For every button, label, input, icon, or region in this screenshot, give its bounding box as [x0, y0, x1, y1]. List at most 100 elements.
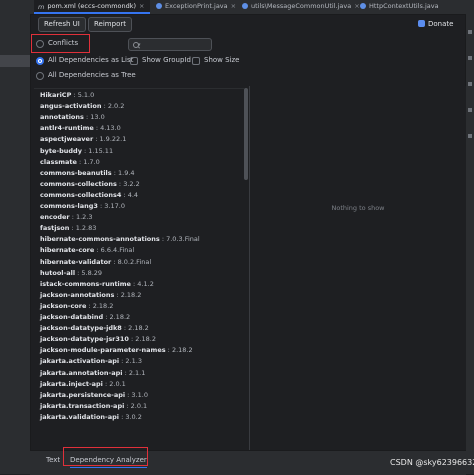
dependency-version: 3.2.2: [123, 179, 140, 188]
close-icon[interactable]: ×: [139, 2, 144, 10]
list-item[interactable]: aspectjweaver : 1.9.22.1: [40, 134, 126, 144]
list-item[interactable]: hutool-all : 5.8.29: [40, 268, 102, 278]
tool-icon[interactable]: [468, 134, 472, 138]
search-input[interactable]: [143, 39, 209, 50]
dependency-version: 3.0.2: [125, 412, 142, 421]
list-item[interactable]: angus-activation : 2.0.2: [40, 101, 124, 111]
dependency-name: jackson-module-parameter-names: [40, 346, 166, 355]
donate-button[interactable]: Donate: [418, 17, 453, 31]
watermark: CSDN @sky623966322: [390, 458, 474, 467]
tool-icon[interactable]: [468, 82, 472, 86]
dependency-version: 2.18.2: [120, 290, 142, 299]
dependency-version: 5.8.29: [81, 268, 103, 277]
dependency-list[interactable]: HikariCP : 5.1.0 angus-activation : 2.0.2…: [34, 88, 244, 451]
list-item[interactable]: jackson-module-parameter-names : 2.18.2: [40, 345, 193, 355]
list-item[interactable]: jackson-datatype-jdk8 : 2.18.2: [40, 323, 149, 333]
right-tool-strip: [465, 0, 474, 474]
list-item[interactable]: byte-buddy : 1.15.11: [40, 146, 113, 156]
dependency-name: antlr4-runtime: [40, 124, 94, 133]
list-item[interactable]: commons-beanutils : 1.9.4: [40, 168, 135, 178]
list-item[interactable]: jackson-core : 2.18.2: [40, 301, 113, 311]
tab-pom-xml[interactable]: m pom.xml (eccs-commondk) ×: [34, 0, 150, 14]
dependency-name: angus-activation: [40, 102, 102, 111]
search-field[interactable]: ▾: [128, 38, 212, 51]
dependency-name: jackson-datatype-jsr310: [40, 335, 129, 344]
tab-text[interactable]: Text: [46, 454, 60, 466]
close-icon[interactable]: ×: [354, 2, 359, 10]
list-item[interactable]: commons-collections4 : 4.4: [40, 190, 138, 200]
donate-icon: [418, 20, 425, 27]
selected-tool-indicator[interactable]: [0, 55, 30, 67]
list-item[interactable]: annotations : 13.0: [40, 112, 105, 122]
dependency-version: 2.18.2: [109, 313, 131, 321]
show-groupid-checkbox[interactable]: [130, 57, 138, 65]
list-item[interactable]: HikariCP : 5.1.0: [40, 90, 94, 100]
all-dependencies-list-radio[interactable]: [36, 57, 44, 65]
list-item[interactable]: fastjson : 1.2.83: [40, 223, 96, 233]
list-item[interactable]: commons-collections : 3.2.2: [40, 179, 140, 189]
all-dependencies-list-label: All Dependencies as List: [48, 56, 134, 64]
list-item[interactable]: encoder : 1.2.3: [40, 212, 93, 222]
list-item[interactable]: istack-commons-runtime : 4.1.2: [40, 279, 154, 289]
dependency-version: 2.18.2: [128, 324, 149, 333]
dependency-version: 3.1.0: [131, 390, 148, 399]
tool-icon[interactable]: [468, 108, 472, 112]
list-item[interactable]: jackson-databind : 2.18.2: [40, 312, 130, 322]
highlight-box: [63, 447, 148, 466]
dependency-version: 2.1.1: [128, 368, 146, 377]
list-item[interactable]: jakarta.annotation-api : 2.1.1: [40, 368, 145, 378]
reimport-button[interactable]: Reimport: [88, 17, 132, 32]
tab-label: ExceptionPrint.java: [165, 2, 228, 10]
dependency-version: 2.0.2: [107, 102, 125, 111]
list-item[interactable]: commons-lang3 : 3.17.0: [40, 201, 125, 211]
dependency-version: 1.2.83: [75, 224, 97, 233]
show-size-checkbox[interactable]: [192, 57, 200, 65]
dependency-name: commons-collections: [40, 179, 117, 188]
dependency-version: 3.17.0: [104, 202, 125, 210]
list-item[interactable]: hibernate-commons-annotations : 7.0.3.Fi…: [40, 234, 200, 244]
dependency-name: istack-commons-runtime: [40, 279, 131, 288]
dependency-name: commons-beanutils: [40, 168, 112, 177]
chevron-down-icon[interactable]: ▾: [138, 42, 141, 48]
list-item[interactable]: jackson-datatype-jsr310 : 2.18.2: [40, 334, 156, 344]
tab-exception-print[interactable]: ExceptionPrint.java ×: [156, 0, 236, 14]
java-class-icon: [360, 3, 366, 9]
dependency-version: 2.18.2: [135, 335, 156, 344]
dependency-name: annotations: [40, 113, 84, 122]
list-item[interactable]: jakarta.transaction-api : 2.0.1: [40, 401, 147, 411]
tab-message-common-util[interactable]: utils\MessageCommonUtil.java ×: [242, 0, 360, 14]
close-icon[interactable]: ×: [231, 2, 236, 10]
tool-icon[interactable]: [468, 30, 472, 34]
dependency-name: jackson-datatype-jdk8: [40, 324, 122, 333]
list-item[interactable]: classmate : 1.7.0: [40, 157, 100, 167]
list-item[interactable]: jakarta.validation-api : 3.0.2: [40, 412, 142, 422]
dependency-name: commons-collections4: [40, 190, 122, 199]
dependency-version: 6.6.4.Final: [100, 246, 135, 255]
java-class-icon: [156, 3, 162, 9]
dependency-name: jakarta.transaction-api: [40, 401, 125, 410]
list-item[interactable]: jakarta.activation-api : 2.1.3: [40, 356, 142, 366]
dependency-version: 1.9.4: [118, 168, 135, 177]
list-item[interactable]: hibernate-core : 6.6.4.Final: [40, 245, 134, 255]
all-dependencies-tree-radio[interactable]: [36, 72, 44, 80]
dependency-name: jackson-databind: [40, 313, 104, 321]
all-dependencies-tree-label: All Dependencies as Tree: [48, 71, 136, 79]
tool-icon[interactable]: [468, 56, 472, 60]
empty-state-text: Nothing to show: [331, 204, 385, 212]
list-item[interactable]: jackson-annotations : 2.18.2: [40, 290, 141, 300]
java-class-icon: [242, 3, 248, 9]
list-item[interactable]: hibernate-validator : 8.0.2.Final: [40, 257, 151, 267]
dependency-version: 7.0.3.Final: [166, 235, 200, 244]
dependency-version: 1.2.3: [75, 213, 93, 222]
list-item[interactable]: antlr4-runtime : 4.13.0: [40, 123, 121, 133]
refresh-ui-button[interactable]: Refresh UI: [38, 17, 86, 32]
list-item[interactable]: jakarta.inject-api : 2.0.1: [40, 379, 126, 389]
dependency-version: 4.1.2: [137, 279, 154, 288]
list-item[interactable]: jakarta.persistence-api : 3.1.0: [40, 390, 148, 400]
dependency-version: 2.0.1: [130, 401, 148, 410]
scrollbar-thumb[interactable]: [244, 88, 248, 180]
list-scrollbar[interactable]: [244, 88, 248, 450]
highlight-box: [31, 34, 90, 53]
show-groupid-label: Show GroupId: [142, 56, 191, 64]
tab-http-context-utils[interactable]: HttpContextUtils.java: [360, 0, 460, 14]
